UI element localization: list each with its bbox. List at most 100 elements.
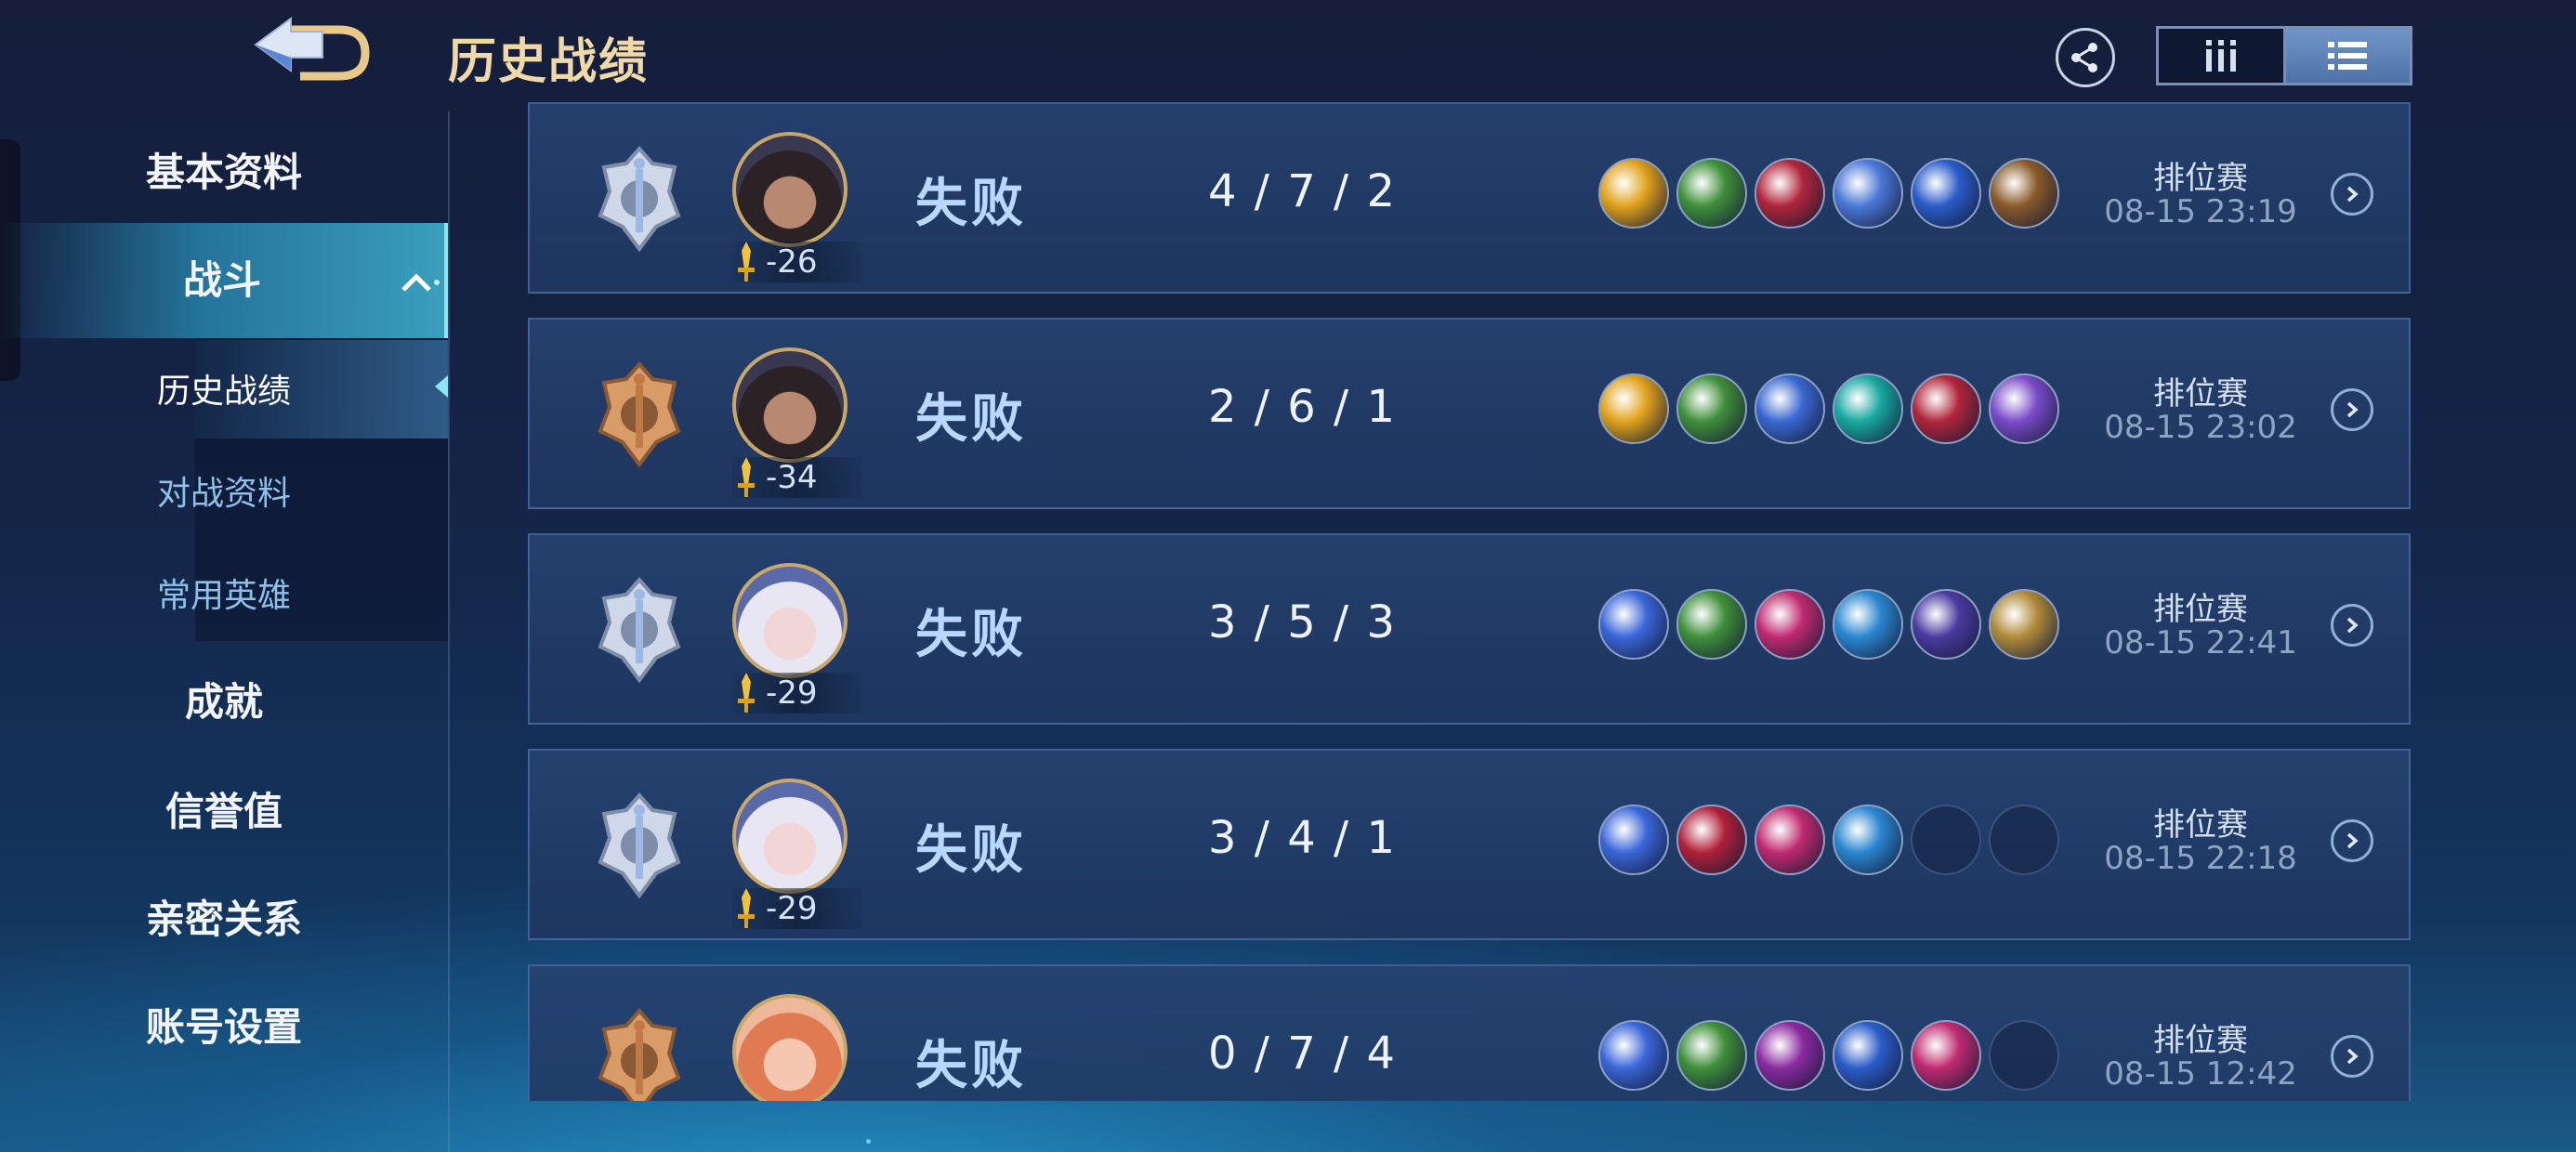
sidebar-item-basic-info[interactable]: 基本资料: [0, 141, 448, 198]
game-mode: 排位赛: [2153, 375, 2248, 412]
match-detail-button[interactable]: [2331, 604, 2373, 647]
score-change: -29: [732, 888, 862, 929]
match-time: 08-15 22:18: [2104, 840, 2297, 877]
equipment-icon: [1755, 805, 1825, 875]
match-list[interactable]: -26 失败 4 / 7 / 2 排位赛 08-15 23:19 -34 失败 …: [528, 102, 2412, 1101]
hero-avatar: [732, 347, 848, 463]
sword-icon: [738, 457, 755, 497]
match-result: 失败: [915, 1036, 1027, 1096]
column-view-button[interactable]: [2159, 29, 2286, 83]
match-row[interactable]: -29 失败 3 / 4 / 1 排位赛 08-15 22:18: [528, 749, 2411, 940]
hero-avatar: [732, 132, 848, 247]
sidebar-item-label: 战斗: [182, 257, 261, 303]
kda: 3 / 5 / 3: [1208, 596, 1397, 648]
score-change-value: -34: [766, 459, 818, 496]
equipment-icon: [1598, 158, 1669, 229]
match-row[interactable]: -34 失败 2 / 6 / 1 排位赛 08-15 23:02: [528, 318, 2411, 509]
sidebar-item-achievements[interactable]: 成就: [0, 671, 448, 727]
list-view-button[interactable]: [2285, 29, 2410, 83]
match-detail-button[interactable]: [2331, 819, 2373, 862]
sidebar-item-account-settings[interactable]: 账号设置: [0, 996, 448, 1053]
game-mode: 排位赛: [2153, 591, 2248, 628]
sword-icon: [738, 888, 755, 928]
equipment-icon: [1989, 373, 2059, 444]
match-result: 失败: [915, 820, 1027, 881]
hero-avatar: [732, 779, 848, 894]
scroll-indicator: [866, 1139, 871, 1144]
match-detail-button[interactable]: [2331, 173, 2373, 216]
back-arrow-icon: [254, 17, 370, 81]
chevron-right-icon: [2346, 401, 2359, 418]
game-mode: 排位赛: [2153, 806, 2248, 844]
equipment-icon: [1755, 589, 1825, 660]
equipment-list: [1598, 158, 2059, 229]
match-time: 08-15 22:41: [2104, 624, 2297, 661]
back-button[interactable]: [237, 11, 376, 95]
match-row[interactable]: -29 失败 3 / 5 / 3 排位赛 08-15 22:41: [528, 533, 2411, 725]
list-view-icon: [2328, 42, 2368, 70]
sword-icon: [738, 242, 755, 281]
score-change-value: -26: [766, 243, 818, 281]
match-result: 失败: [915, 605, 1027, 665]
match-result: 失败: [915, 389, 1027, 450]
sidebar-item-credit[interactable]: 信誉值: [0, 780, 448, 837]
equipment-icon: [1598, 805, 1669, 875]
equipment-icon: [1755, 373, 1825, 444]
game-mode: 排位赛: [2153, 1022, 2248, 1059]
equipment-icon: [1833, 373, 1903, 444]
kda: 3 / 4 / 1: [1208, 812, 1397, 864]
rank-badge-icon: [598, 1007, 681, 1101]
chevron-right-icon: [2346, 832, 2359, 849]
equipment-icon: [1989, 589, 2059, 660]
sub-item-battle-stats[interactable]: 对战资料: [0, 466, 448, 515]
equipment-icon: [1833, 805, 1903, 875]
score-change: -26: [732, 242, 862, 282]
hero-avatar: [732, 994, 848, 1101]
sidebar-item-battle[interactable]: 战斗: [0, 223, 448, 338]
equipment-icon: [1676, 1020, 1747, 1091]
kda: 4 / 7 / 2: [1208, 165, 1397, 217]
share-icon: [2071, 43, 2097, 72]
chevron-up-icon: [401, 273, 440, 292]
equipment-icon: [1911, 1020, 1981, 1091]
match-detail-button[interactable]: [2331, 388, 2373, 431]
sword-icon: [738, 673, 755, 713]
page-title: 历史战绩: [448, 34, 650, 90]
match-detail-button[interactable]: [2331, 1035, 2373, 1078]
equipment-icon: [1598, 589, 1669, 660]
view-toggle: [2156, 26, 2412, 85]
share-button[interactable]: [2056, 28, 2115, 87]
empty-equipment-slot: [1911, 805, 1981, 875]
score-change: -29: [732, 673, 862, 713]
kda: 2 / 6 / 1: [1208, 381, 1397, 433]
score-change-value: -29: [766, 674, 818, 712]
equipment-icon: [1911, 158, 1981, 229]
kda: 0 / 7 / 4: [1208, 1028, 1397, 1080]
equipment-icon: [1676, 589, 1747, 660]
empty-equipment-slot: [1989, 805, 2059, 875]
chevron-right-icon: [2346, 1048, 2359, 1065]
chevron-right-icon: [2346, 617, 2359, 634]
score-change-value: -29: [766, 890, 818, 927]
match-row[interactable]: -26 失败 4 / 7 / 2 排位赛 08-15 23:19: [528, 102, 2411, 294]
chevron-right-icon: [2346, 186, 2359, 203]
equipment-icon: [1598, 1020, 1669, 1091]
rank-badge-icon: [598, 792, 681, 899]
match-time: 08-15 12:42: [2104, 1055, 2297, 1093]
column-view-icon: [2205, 40, 2236, 72]
equipment-icon: [1833, 158, 1903, 229]
equipment-icon: [1989, 158, 2059, 229]
rank-badge-icon: [598, 576, 681, 684]
equipment-icon: [1911, 373, 1981, 444]
sidebar-item-relations[interactable]: 亲密关系: [0, 888, 448, 945]
match-time: 08-15 23:19: [2104, 193, 2297, 230]
match-result: 失败: [915, 174, 1027, 234]
match-row[interactable]: 失败 0 / 7 / 4 排位赛 08-15 12:42: [528, 964, 2411, 1101]
equipment-icon: [1833, 589, 1903, 660]
equipment-icon: [1833, 1020, 1903, 1091]
equipment-list: [1598, 373, 2059, 444]
equipment-icon: [1755, 1020, 1825, 1091]
equipment-list: [1598, 589, 2059, 660]
sub-item-common-heroes[interactable]: 常用英雄: [0, 569, 448, 617]
sub-item-match-history[interactable]: 历史战绩: [0, 364, 448, 412]
